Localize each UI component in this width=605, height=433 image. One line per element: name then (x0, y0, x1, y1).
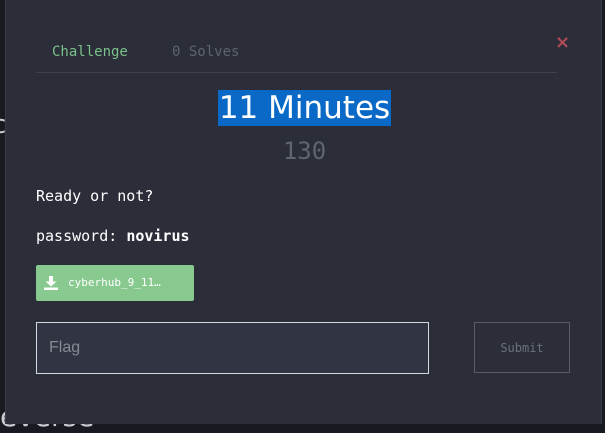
password-value: novirus (126, 227, 190, 245)
download-icon (44, 275, 58, 290)
password-line: password: novirus (36, 227, 190, 245)
submit-button[interactable]: Submit (474, 322, 570, 373)
challenge-points: 130 (282, 137, 327, 165)
password-label: password: (36, 227, 118, 245)
file-name: cyberhub_9_11… (68, 276, 161, 289)
flag-input[interactable] (36, 322, 429, 374)
modal-tabs: Challenge 0 Solves (36, 38, 557, 73)
challenge-modal: Challenge 0 Solves × 11 Minutes 130 Read… (5, 0, 602, 424)
backdrop-text: r (0, 0, 5, 16)
challenge-title-wrap: 11 Minutes (6, 90, 603, 126)
file-download-button[interactable]: cyberhub_9_11… (36, 265, 194, 301)
challenge-description: Ready or not? (36, 187, 154, 205)
challenge-title: 11 Minutes (217, 90, 392, 126)
tab-solves[interactable]: 0 Solves (172, 44, 239, 60)
close-icon[interactable]: × (555, 32, 570, 53)
tab-challenge[interactable]: Challenge (52, 44, 128, 60)
